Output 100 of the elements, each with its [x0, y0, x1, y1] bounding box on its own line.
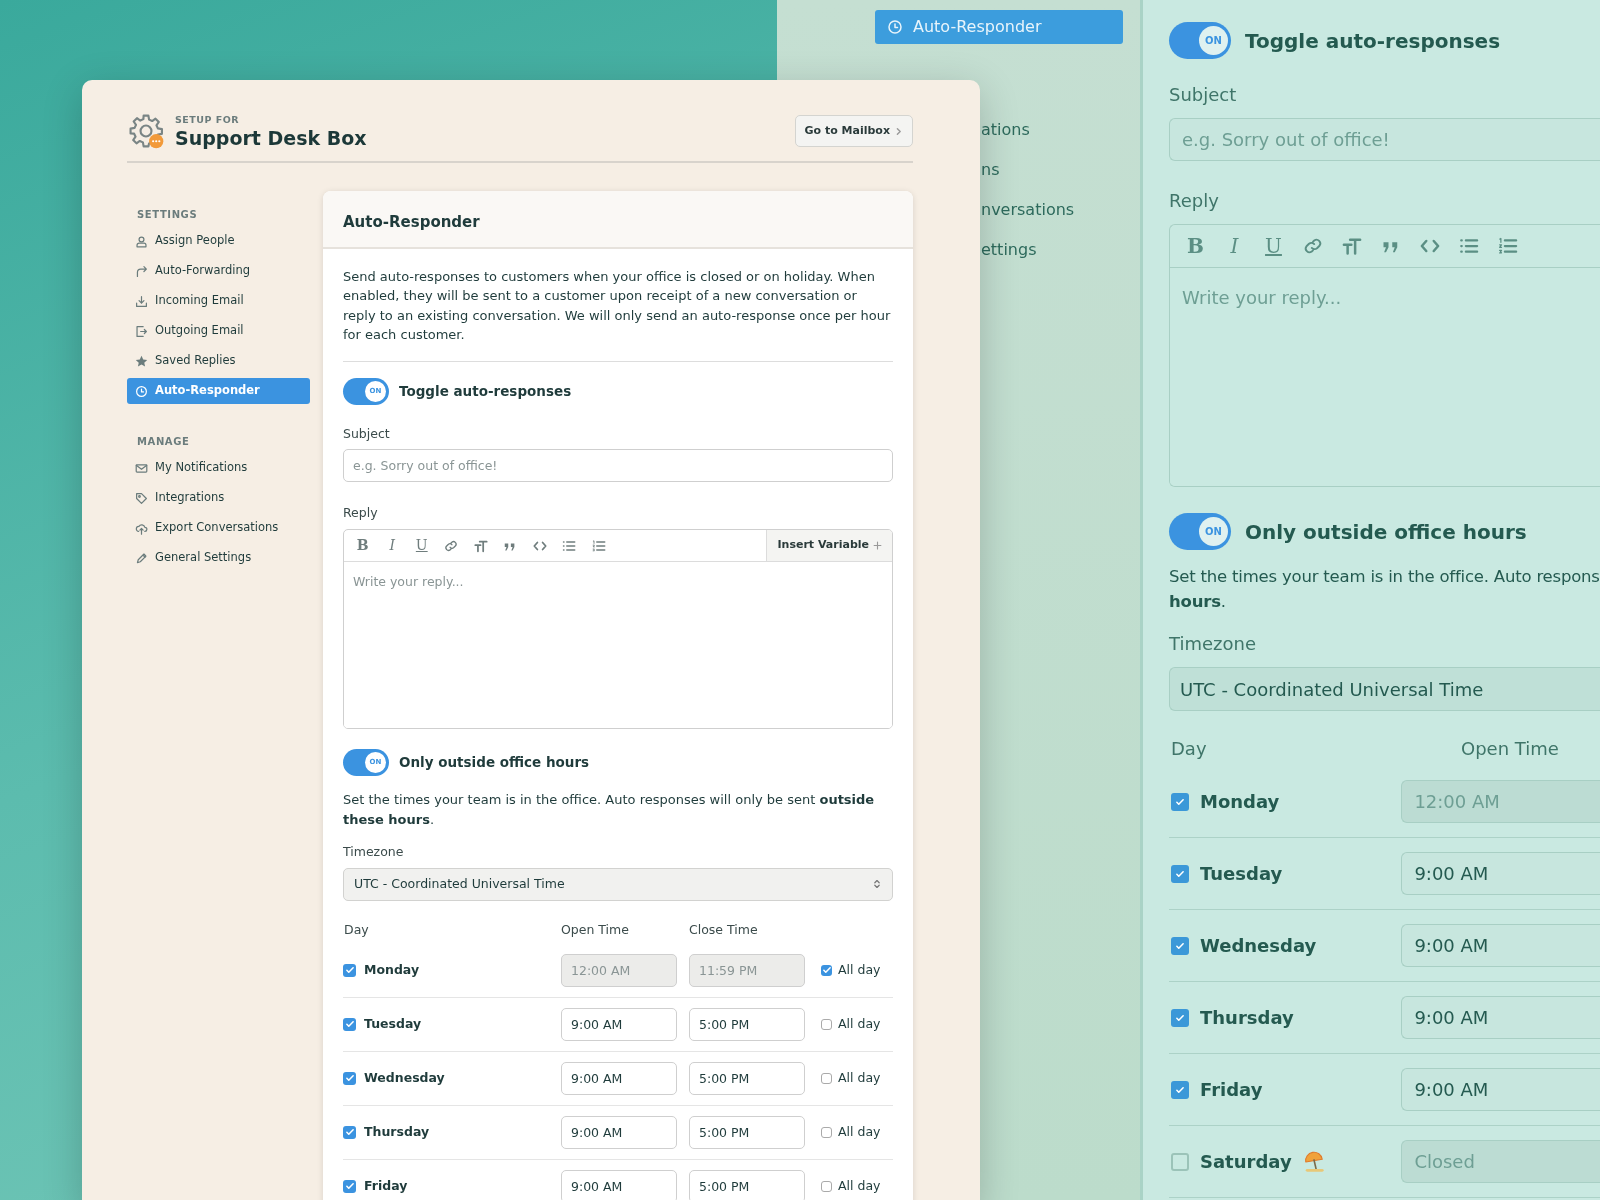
sidebar-item[interactable]: ns [981, 158, 1000, 182]
hours-description: Set the times your team is in the office. Auto respons hours. [1169, 566, 1600, 613]
all-day-label: All day [838, 1068, 881, 1087]
checkmark-icon [344, 965, 355, 975]
day-name: Monday [1200, 790, 1280, 814]
all-day-label: All day [838, 1014, 881, 1033]
day-checkbox[interactable] [1171, 864, 1189, 883]
day-name: Tuesday [1200, 862, 1283, 886]
open-time-field[interactable]: 9:00 AM [561, 1061, 677, 1095]
day-checkbox[interactable] [1171, 936, 1189, 955]
sidebar-item[interactable]: Saved Replies [127, 348, 310, 374]
field-label: Subject [343, 424, 391, 443]
text-size-icon [1341, 236, 1362, 256]
open-time-field[interactable]: 9:00 AM [561, 1115, 677, 1149]
sidebar-item[interactable]: ations [981, 118, 1030, 142]
field-label: Reply [343, 504, 379, 523]
day-name: Tuesday [364, 1014, 422, 1033]
sidebar-heading: SETTINGS [136, 208, 199, 222]
timezone-select[interactable]: UTC - Coordinated Universal Time [1169, 667, 1600, 711]
bullet-list-icon [1458, 236, 1479, 256]
field-label: Reply [1169, 189, 1220, 213]
open-time-field[interactable]: 9:00 AM [561, 1007, 677, 1041]
go-to-mailbox-button[interactable]: Go to Mailbox [794, 114, 913, 148]
sidebar-item[interactable]: nversations [981, 198, 1075, 222]
sidebar-item[interactable]: My Notifications [127, 455, 310, 481]
column-header: Open Time [561, 920, 630, 939]
all-day-checkbox[interactable] [821, 1018, 832, 1030]
italic-button[interactable]: I [377, 530, 407, 561]
close-time-field[interactable]: 5:00 PM [689, 1061, 805, 1095]
sidebar-item[interactable]: General Settings [127, 545, 310, 571]
bold-button[interactable]: B [348, 530, 378, 561]
reply-editor[interactable]: B I U Insert Variable Write your reply... [343, 529, 893, 729]
sidebar-item[interactable]: Incoming Email [127, 288, 310, 314]
field-label: Timezone [343, 843, 405, 861]
sidebar-heading: MANAGE [136, 435, 191, 449]
sidebar-item[interactable]: Integrations [127, 485, 310, 511]
all-day-label: All day [838, 1122, 881, 1141]
clock-icon [135, 384, 148, 398]
redirect-arrow-icon [135, 264, 148, 278]
chevron-icon [894, 126, 903, 136]
checkmark-icon [1175, 1012, 1185, 1023]
link-icon [1302, 236, 1323, 256]
sidebar-item[interactable]: ettings [981, 238, 1037, 262]
open-time-field[interactable]: 9:00 AM [1401, 924, 1600, 967]
all-day-label: All day [838, 960, 881, 979]
day-checkbox[interactable] [1171, 1008, 1189, 1027]
link-icon [444, 538, 459, 553]
tag-icon [135, 491, 148, 505]
envelope-icon [135, 461, 148, 475]
close-time-field[interactable]: 5:00 PM [689, 1115, 805, 1149]
checkmark-icon [1175, 868, 1185, 879]
all-day-checkbox[interactable] [821, 1126, 832, 1138]
open-time-field[interactable]: 9:00 AM [1401, 1068, 1600, 1111]
sidebar-item[interactable]: Assign People [127, 228, 310, 254]
column-header: Day [1170, 737, 1208, 761]
field-label: Timezone [1169, 632, 1257, 656]
underline-button[interactable]: U [407, 530, 437, 561]
day-name: Saturday [1200, 1150, 1292, 1174]
day-checkbox[interactable] [343, 1071, 356, 1085]
sidebar-item[interactable]: Export Conversations [127, 515, 310, 541]
day-checkbox[interactable] [343, 1125, 356, 1139]
day-name: Friday [1200, 1078, 1263, 1102]
all-day-label: All day [838, 1176, 881, 1195]
open-time-field[interactable]: 9:00 AM [1401, 852, 1600, 895]
day-name: Wednesday [1200, 934, 1317, 958]
close-time-field[interactable]: 5:00 PM [689, 1169, 805, 1200]
download-tray-icon [135, 294, 148, 308]
close-time-field[interactable]: 5:00 PM [689, 1007, 805, 1041]
star-icon [135, 354, 148, 368]
subject-field[interactable]: e.g. Sorry out of office! [343, 449, 893, 483]
timezone-select[interactable]: UTC - Coordinated Universal Time [343, 867, 893, 901]
plus-icon [873, 541, 882, 550]
day-name: Monday [364, 960, 420, 979]
all-day-checkbox[interactable] [821, 1180, 832, 1192]
day-name: Wednesday [364, 1068, 445, 1087]
sidebar-item[interactable]: Outgoing Email [127, 318, 310, 344]
checkmark-icon [344, 1181, 355, 1191]
checkmark-icon [344, 1127, 355, 1137]
day-checkbox[interactable] [343, 1179, 356, 1193]
subject-field[interactable]: e.g. Sorry out of office! [1169, 118, 1600, 161]
day-name: Thursday [1200, 1006, 1294, 1030]
cloud-upload-icon [135, 521, 148, 535]
open-time-field[interactable]: 9:00 AM [561, 1169, 677, 1200]
checkmark-icon [1175, 1084, 1185, 1095]
sort-icon [872, 879, 882, 890]
text-size-icon [473, 538, 488, 553]
sidebar-item[interactable]: Auto-Forwarding [127, 258, 310, 284]
sidebar-item[interactable]: Auto-Responder [127, 378, 310, 404]
column-header: Open Time [1461, 737, 1559, 761]
toggle-label: Toggle auto-responses [399, 381, 572, 401]
field-label: Subject [1169, 83, 1238, 107]
person-icon [135, 234, 148, 248]
all-day-checkbox[interactable] [821, 1072, 832, 1084]
setup-label: SETUP FOR [175, 113, 241, 128]
insert-variable-button[interactable]: Insert Variable [766, 530, 892, 561]
day-checkbox[interactable] [1171, 1080, 1189, 1099]
open-time-field[interactable]: 9:00 AM [1401, 996, 1600, 1039]
toggle-label: Only outside office hours [399, 753, 590, 773]
day-checkbox[interactable] [343, 1017, 356, 1031]
exit-icon [135, 324, 148, 338]
